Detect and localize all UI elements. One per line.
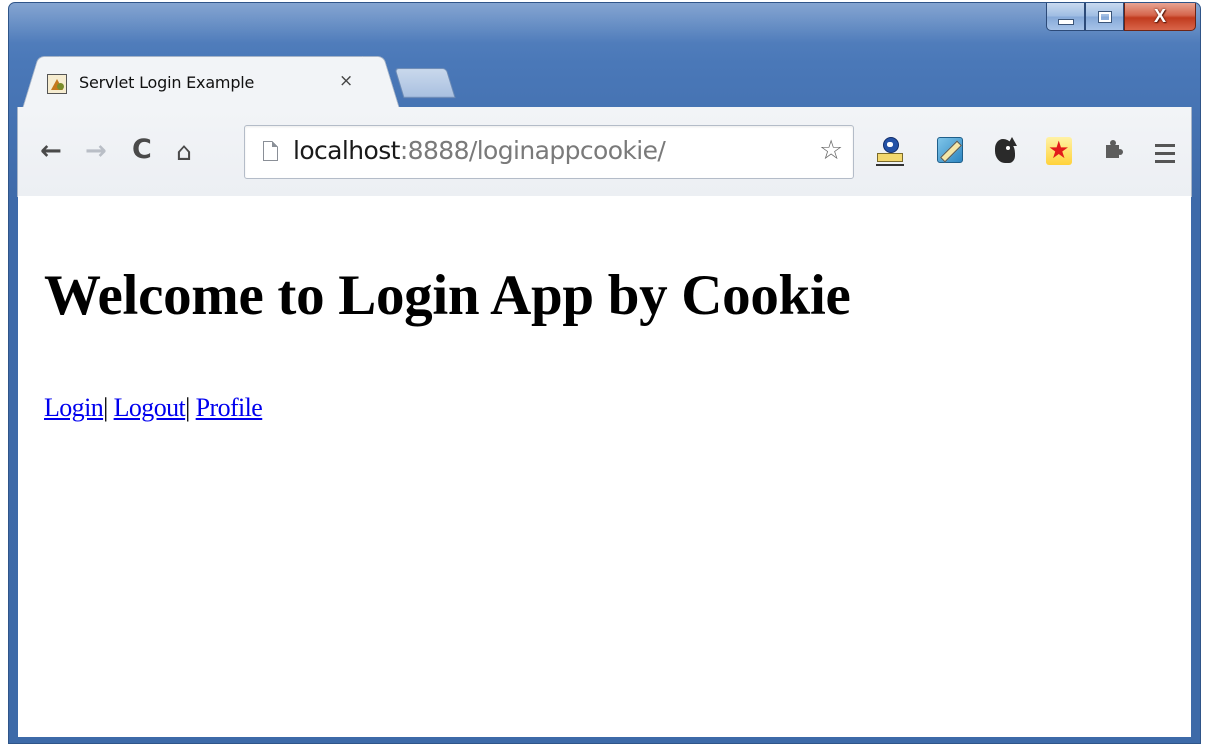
page-heading: Welcome to Login App by Cookie <box>44 264 851 327</box>
stamp-extension-icon[interactable] <box>876 137 904 167</box>
minimize-icon <box>1057 18 1074 25</box>
url-host: localhost <box>293 136 400 165</box>
login-link[interactable]: Login <box>44 393 104 422</box>
minimize-button[interactable] <box>1046 3 1085 31</box>
menu-icon[interactable] <box>1155 144 1175 164</box>
animal-extension-icon[interactable] <box>992 137 1020 167</box>
puzzle-extension-icon[interactable] <box>1100 137 1128 167</box>
address-bar[interactable]: localhost:8888/loginappcookie/ ☆ <box>244 125 854 179</box>
page-content: Welcome to Login App by Cookie Login| Lo… <box>18 196 1191 737</box>
nav-links: Login| Logout| Profile <box>44 393 263 423</box>
close-window-button[interactable]: X <box>1124 3 1196 31</box>
new-tab-button[interactable] <box>394 68 456 98</box>
home-icon[interactable]: ⌂ <box>176 139 192 165</box>
reload-icon[interactable]: C <box>132 136 152 163</box>
back-arrow-icon[interactable]: ← <box>40 138 62 164</box>
window-controls: X <box>1046 3 1196 33</box>
browser-toolbar: ← → C ⌂ localhost:8888/loginappcookie/ ☆… <box>17 107 1192 197</box>
url-text[interactable]: localhost:8888/loginappcookie/ <box>293 136 666 165</box>
servlet-favicon-icon <box>47 74 67 94</box>
url-path: :8888/loginappcookie/ <box>399 136 666 165</box>
tab-title: Servlet Login Example <box>79 73 255 92</box>
browser-window: X Servlet Login Example × ← → C ⌂ localh… <box>8 2 1201 744</box>
pencil-extension-icon[interactable] <box>935 137 963 167</box>
page-icon <box>263 141 278 161</box>
bookmark-star-icon[interactable]: ☆ <box>819 136 843 166</box>
tab-strip: Servlet Login Example × <box>31 56 731 109</box>
close-icon: X <box>1153 6 1166 26</box>
logout-link[interactable]: Logout <box>114 393 186 422</box>
link-separator: | <box>103 393 108 422</box>
forward-arrow-icon[interactable]: → <box>85 138 107 164</box>
star-extension-icon[interactable]: ★ <box>1045 136 1073 167</box>
maximize-button[interactable] <box>1085 3 1124 31</box>
tab-close-icon[interactable]: × <box>339 71 353 91</box>
profile-link[interactable]: Profile <box>196 393 263 422</box>
maximize-icon <box>1097 10 1112 23</box>
link-separator: | <box>185 393 190 422</box>
